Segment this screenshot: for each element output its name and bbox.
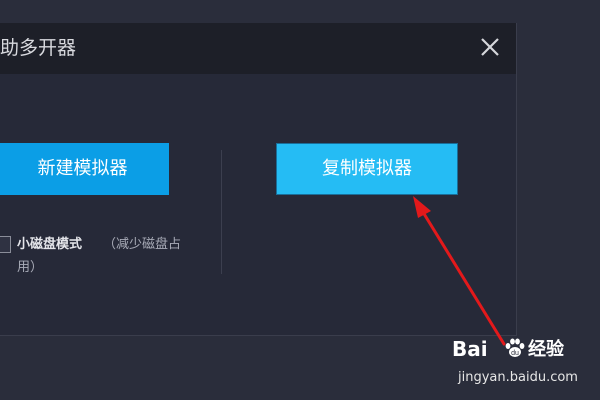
watermark-brand: Bai xyxy=(452,337,488,361)
vertical-divider xyxy=(221,150,222,274)
watermark-url: jingyan.baidu.com xyxy=(458,370,578,385)
dialog-title: 助多开器 xyxy=(0,37,77,59)
watermark-jingyan: 经验 xyxy=(528,339,564,360)
svg-text:du: du xyxy=(511,350,519,357)
small-disk-mode-label: 小磁盘模式 xyxy=(17,237,83,252)
baidu-paw-icon: du xyxy=(505,338,525,357)
small-disk-mode-checkbox[interactable] xyxy=(0,236,11,253)
copy-emulator-button[interactable]: 复制模拟器 xyxy=(276,143,458,195)
small-disk-mode-hint: （减少磁盘占 xyxy=(103,237,182,252)
dialog-titlebar: 助多开器 xyxy=(0,23,516,74)
small-disk-mode-hint-continued: 用） xyxy=(17,260,44,275)
close-icon[interactable] xyxy=(478,35,502,59)
multi-instance-dialog: 助多开器 新建模拟器 复制模拟器 小磁盘模式 （减少磁盘占 用） xyxy=(0,23,517,336)
new-emulator-button[interactable]: 新建模拟器 xyxy=(0,143,169,195)
